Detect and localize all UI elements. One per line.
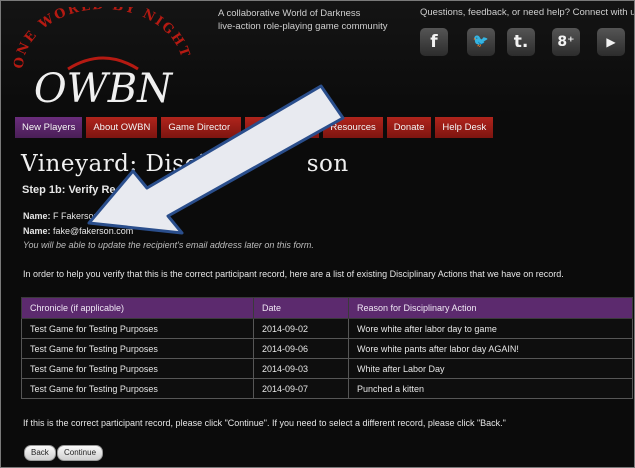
continue-button[interactable]: Continue — [57, 445, 104, 461]
table-row: Test Game for Testing Purposes 2014-09-0… — [21, 318, 633, 339]
col-chronicle: Chronicle (if applicable) — [21, 297, 254, 319]
email-note: You will be able to update the recipient… — [23, 240, 314, 250]
col-reason: Reason for Disciplinary Action — [348, 297, 633, 319]
facebook-icon[interactable]: f — [420, 28, 448, 56]
cell-date: 2014-09-03 — [253, 358, 349, 379]
intro-text: In order to help you verify that this is… — [23, 269, 564, 279]
col-date: Date — [253, 297, 349, 319]
contact-text: Questions, feedback, or need help? Conne… — [420, 7, 635, 18]
nav-hidden-item[interactable] — [245, 117, 320, 138]
name-value-2: fake@fakerson.com — [53, 226, 134, 236]
owbn-logo[interactable]: ONE WORLD BY NIGHT OWBN — [13, 7, 193, 112]
outro-text: If this is the correct participant recor… — [23, 418, 506, 428]
nav-new-players[interactable]: New Players — [15, 117, 83, 138]
logo-arc-text: ONE WORLD BY NIGHT — [13, 7, 191, 70]
google-plus-icon[interactable]: 8⁺ — [552, 28, 580, 56]
step-heading: Step 1b: Verify Re — [22, 184, 116, 196]
cell-date: 2014-09-02 — [253, 318, 349, 339]
tagline-line-2: live-action role-playing game community — [218, 21, 388, 32]
name-label-1: Name: — [23, 211, 51, 221]
name-label-2: Name: — [23, 226, 51, 236]
cell-date: 2014-09-07 — [253, 378, 349, 399]
youtube-icon[interactable]: ▶ — [597, 28, 625, 56]
table-row: Test Game for Testing Purposes 2014-09-0… — [21, 358, 633, 379]
site-header: ONE WORLD BY NIGHT OWBN A collaborative … — [1, 1, 635, 116]
tumblr-icon[interactable]: t. — [507, 28, 535, 56]
nav-help-desk[interactable]: Help Desk — [435, 117, 494, 138]
tagline: A collaborative World of Darkness live-a… — [218, 7, 388, 33]
name-value-1: F Fakerson — [53, 211, 99, 221]
table-row: Test Game for Testing Purposes 2014-09-0… — [21, 378, 633, 399]
cell-chronicle: Test Game for Testing Purposes — [21, 318, 254, 339]
page-frame: ONE WORLD BY NIGHT OWBN A collaborative … — [0, 0, 635, 468]
twitter-icon[interactable]: 🐦 — [467, 28, 495, 56]
table-header-row: Chronicle (if applicable) Date Reason fo… — [21, 297, 633, 319]
cell-date: 2014-09-06 — [253, 338, 349, 359]
cell-chronicle: Test Game for Testing Purposes — [21, 338, 254, 359]
page-title-start: Vineyard: Discipli — [21, 151, 237, 177]
cell-reason: Wore white pants after labor day AGAIN! — [348, 338, 633, 359]
back-button[interactable]: Back — [24, 445, 56, 461]
nav-about-owbn[interactable]: About OWBN — [86, 117, 158, 138]
page-title-end: son — [306, 151, 349, 177]
cell-chronicle: Test Game for Testing Purposes — [21, 378, 254, 399]
table-row: Test Game for Testing Purposes 2014-09-0… — [21, 338, 633, 359]
main-nav: New Players About OWBN Game Director Res… — [15, 117, 497, 138]
cell-reason: Wore white after labor day to game — [348, 318, 633, 339]
page-title: Vineyard: Discipli son — [21, 151, 349, 177]
tagline-line-1: A collaborative World of Darkness — [218, 8, 361, 19]
name-line-2: Name: fake@fakerson.com — [23, 226, 133, 236]
cell-reason: White after Labor Day — [348, 358, 633, 379]
nav-game-directory[interactable]: Game Director — [161, 117, 242, 138]
nav-resources[interactable]: Resources — [323, 117, 383, 138]
cell-reason: Punched a kitten — [348, 378, 633, 399]
cell-chronicle: Test Game for Testing Purposes — [21, 358, 254, 379]
logo-text: OWBN — [34, 66, 174, 112]
name-line-1: Name: F Fakerson — [23, 211, 99, 221]
nav-donate[interactable]: Donate — [386, 117, 432, 138]
disciplinary-table: Chronicle (if applicable) Date Reason fo… — [21, 297, 633, 399]
svg-text:ONE WORLD BY NIGHT: ONE WORLD BY NIGHT — [13, 7, 193, 70]
